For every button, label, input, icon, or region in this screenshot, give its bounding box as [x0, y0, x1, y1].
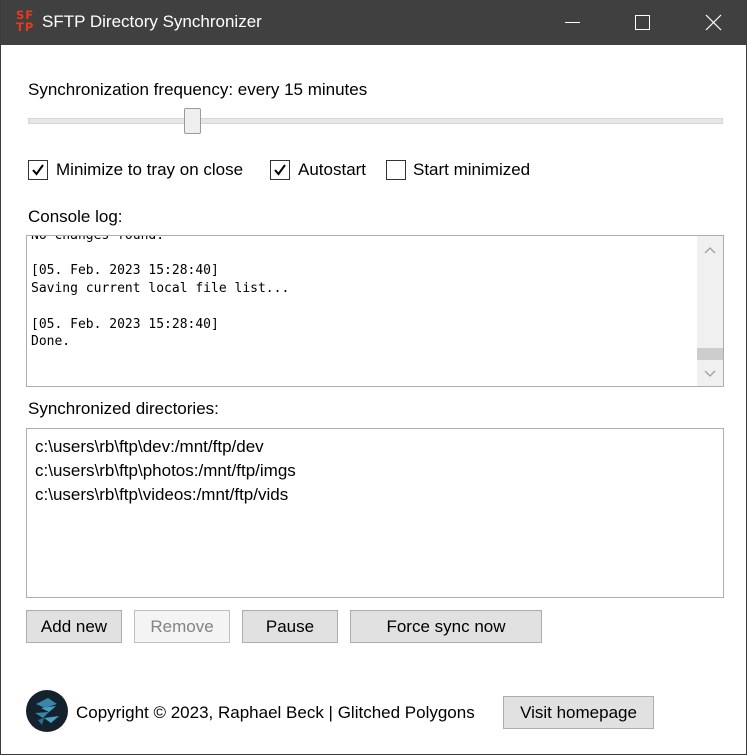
console-scrollbar[interactable]	[697, 236, 723, 386]
window-title: SFTP Directory Synchronizer	[42, 12, 262, 31]
console-log[interactable]: No changes found. [05. Feb. 2023 15:28:4…	[26, 235, 724, 387]
maximize-icon	[635, 15, 650, 30]
title-bar[interactable]: SF TP SFTP Directory Synchronizer	[1, 0, 747, 45]
remove-button[interactable]: Remove	[134, 610, 230, 643]
list-item[interactable]: c:\users\rb\ftp\dev:/mnt/ftp/dev	[35, 437, 264, 457]
console-line: Saving current local file list...	[31, 281, 290, 297]
minimize-to-tray-checkbox[interactable]	[28, 160, 48, 180]
console-line: No changes found.	[31, 235, 165, 243]
glitched-polygons-logo-icon	[26, 690, 68, 732]
pause-button[interactable]: Pause	[242, 610, 338, 643]
visit-homepage-button[interactable]: Visit homepage	[503, 696, 654, 729]
start-minimized-checkbox[interactable]	[386, 160, 406, 180]
slider-thumb[interactable]	[183, 108, 201, 134]
console-line: [05. Feb. 2023 15:28:40]	[31, 316, 219, 332]
copyright-text: Copyright © 2023, Raphael Beck | Glitche…	[76, 703, 475, 722]
autostart-label[interactable]: Autostart	[298, 160, 366, 180]
scroll-down-icon[interactable]	[697, 361, 723, 387]
console-log-text: No changes found. [05. Feb. 2023 15:28:4…	[31, 235, 290, 351]
start-minimized-label[interactable]: Start minimized	[413, 160, 530, 180]
add-new-button[interactable]: Add new	[26, 610, 122, 643]
sync-frequency-slider[interactable]	[28, 118, 723, 124]
minimize-icon	[565, 22, 580, 23]
close-icon	[705, 14, 722, 31]
scroll-up-icon[interactable]	[697, 238, 723, 264]
console-log-label: Console log:	[28, 207, 123, 226]
list-item[interactable]: c:\users\rb\ftp\photos:/mnt/ftp/imgs	[35, 461, 296, 481]
force-sync-button[interactable]: Force sync now	[350, 610, 542, 643]
console-line: [05. Feb. 2023 15:28:40]	[31, 263, 219, 279]
directories-list[interactable]: c:\users\rb\ftp\dev:/mnt/ftp/dev c:\user…	[26, 428, 724, 598]
checkmark-icon	[32, 164, 44, 176]
checkmark-icon	[274, 164, 286, 176]
close-button[interactable]	[678, 0, 747, 45]
logo-text-bottom: TP	[16, 20, 35, 34]
sftp-logo-icon: SF TP	[16, 9, 36, 35]
sync-frequency-label: Synchronization frequency: every 15 minu…	[28, 80, 368, 99]
maximize-button[interactable]	[608, 0, 678, 45]
scrollbar-thumb[interactable]	[697, 348, 723, 360]
autostart-checkbox[interactable]	[270, 160, 290, 180]
minimize-to-tray-label[interactable]: Minimize to tray on close	[56, 160, 243, 180]
app-window: SF TP SFTP Directory Synchronizer Synchr…	[0, 0, 747, 755]
synchronized-directories-label: Synchronized directories:	[28, 399, 219, 418]
console-line: Done.	[31, 334, 71, 350]
list-item[interactable]: c:\users\rb\ftp\videos:/mnt/ftp/vids	[35, 485, 288, 505]
minimize-button[interactable]	[539, 0, 609, 45]
